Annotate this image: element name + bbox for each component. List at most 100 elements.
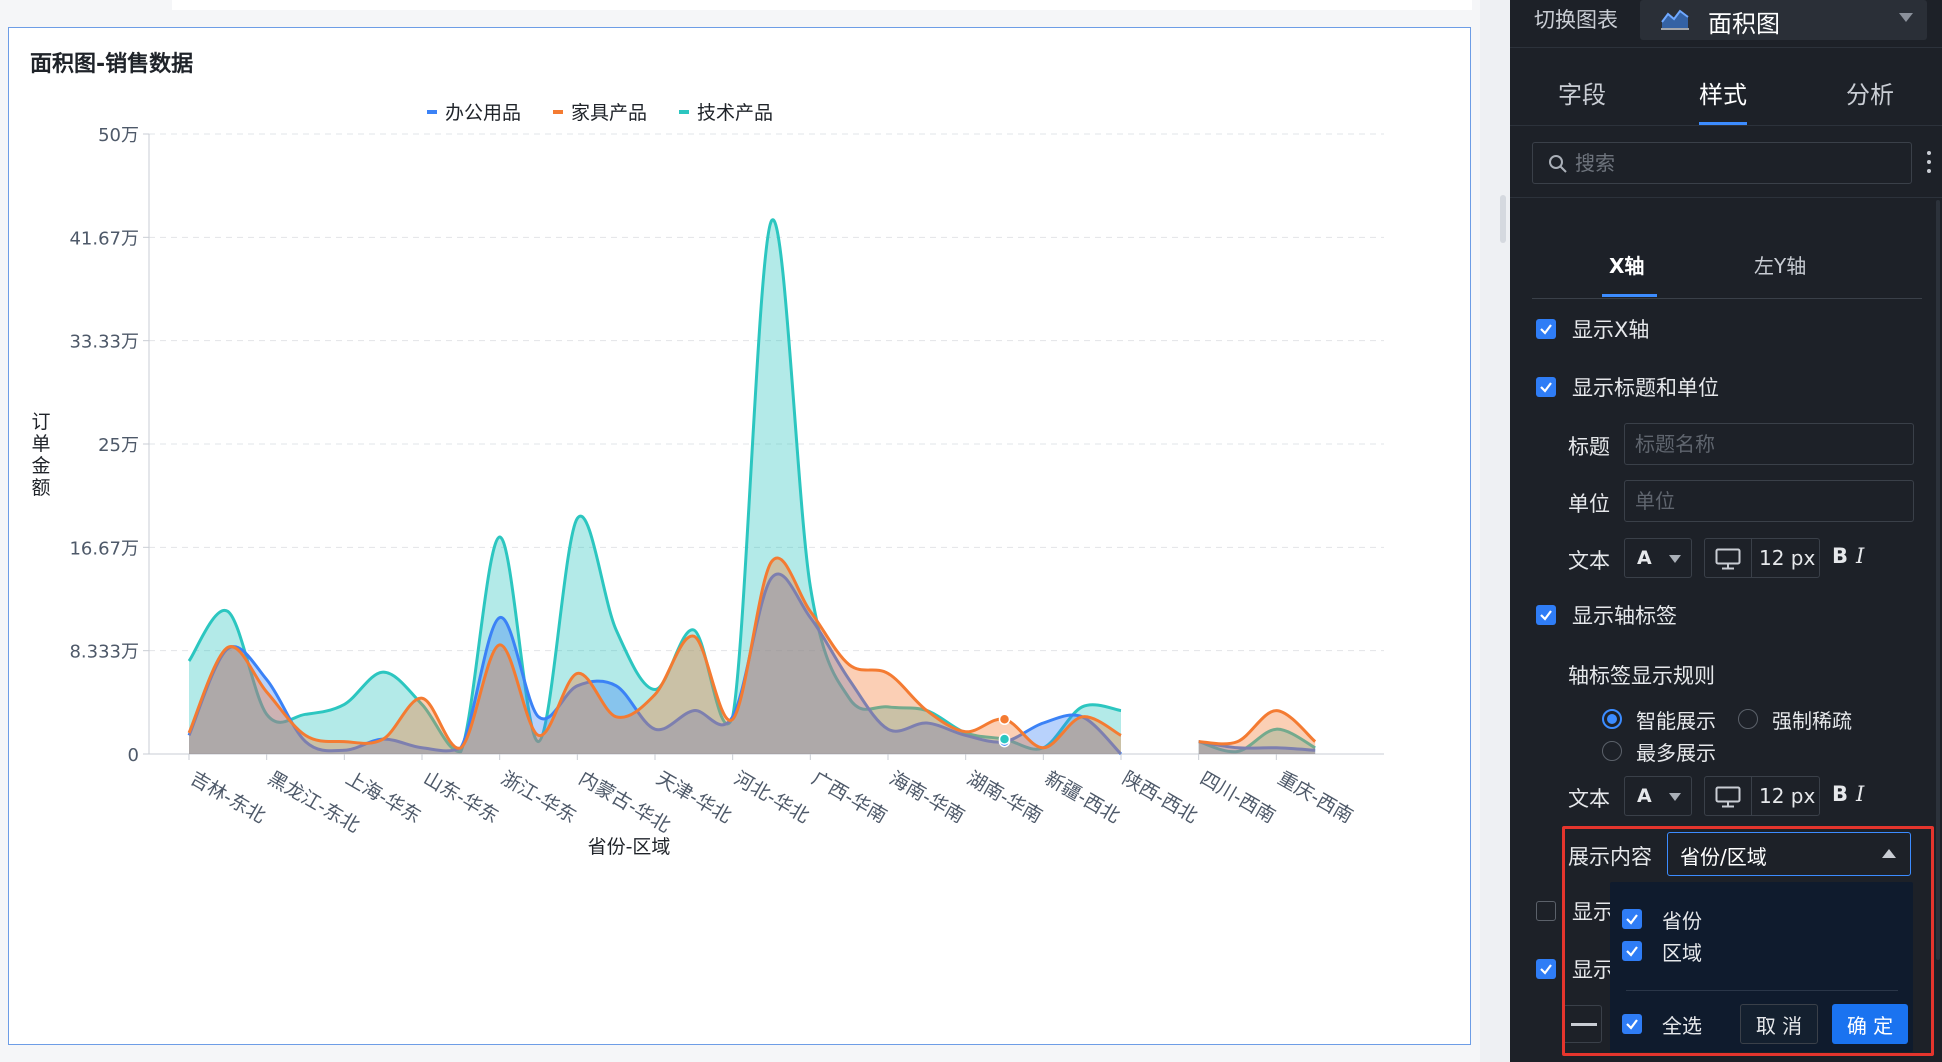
font-size-value: 12 px bbox=[1759, 784, 1816, 808]
italic-toggle-2[interactable]: I bbox=[1856, 782, 1864, 806]
panel-scrollbar[interactable] bbox=[1936, 200, 1940, 960]
check-icon bbox=[1626, 946, 1638, 957]
x-tick-label: 广西-华南 bbox=[808, 767, 891, 827]
tab-x-axis[interactable]: X轴 bbox=[1609, 250, 1644, 279]
show-axis-label-label: 显示轴标签 bbox=[1572, 604, 1677, 628]
y-tick-label: 8.333万 bbox=[69, 642, 139, 663]
caret-down-icon bbox=[1669, 793, 1681, 801]
option-region-checkbox[interactable] bbox=[1622, 941, 1642, 961]
show-title-unit-row[interactable]: 显示标题和单位 bbox=[1536, 370, 1719, 404]
radio-max-label: 最多展示 bbox=[1636, 740, 1716, 765]
check-icon bbox=[1540, 382, 1552, 393]
option-province-label: 省份 bbox=[1662, 908, 1702, 933]
unit-input[interactable] bbox=[1624, 480, 1914, 522]
x-axis-title: 省份-区域 bbox=[588, 836, 671, 858]
x-tick-label: 四川-西南 bbox=[1196, 767, 1279, 827]
y-tick-label: 16.67万 bbox=[69, 538, 139, 559]
font-letter: A bbox=[1637, 785, 1652, 807]
confirm-button[interactable]: 确 定 bbox=[1832, 1004, 1908, 1044]
show-x-axis-checkbox[interactable] bbox=[1536, 319, 1556, 339]
chart-type-select[interactable]: 面积图 bbox=[1640, 0, 1927, 40]
legend-swatch bbox=[553, 110, 563, 114]
text-format-controls: A 12 px B I bbox=[1624, 538, 1884, 578]
check-icon bbox=[1540, 324, 1552, 335]
show-axis-label-row[interactable]: 显示轴标签 bbox=[1536, 598, 1677, 632]
legend-label: 家具产品 bbox=[571, 102, 647, 124]
dropdown-divider bbox=[1626, 990, 1898, 991]
y-axis-title-char: 额 bbox=[31, 477, 50, 499]
font-letter: A bbox=[1637, 547, 1652, 569]
select-all-checkbox[interactable] bbox=[1622, 1014, 1642, 1034]
font-size-box[interactable]: 12 px bbox=[1704, 538, 1820, 578]
y-tick-label: 33.33万 bbox=[69, 332, 139, 353]
font-size-value: 12 px bbox=[1759, 546, 1816, 570]
show-title-unit-label: 显示标题和单位 bbox=[1572, 376, 1719, 400]
radio-max[interactable] bbox=[1602, 741, 1622, 761]
check-icon bbox=[1540, 964, 1552, 975]
option-region-row[interactable]: 区域 bbox=[1622, 934, 1702, 968]
italic-toggle[interactable]: I bbox=[1856, 544, 1864, 568]
scroll-gutter bbox=[1480, 0, 1510, 1062]
y-axis-title-char: 金 bbox=[31, 455, 50, 477]
legend-swatch bbox=[427, 110, 437, 114]
tab-style[interactable]: 样式 bbox=[1699, 75, 1747, 110]
hidden-option-checkbox-1[interactable] bbox=[1536, 901, 1556, 921]
search-icon bbox=[1549, 155, 1567, 173]
area-1 bbox=[1198, 710, 1316, 754]
text-format-controls-2: A 12 px B I bbox=[1624, 776, 1884, 816]
cancel-button[interactable]: 取 消 bbox=[1740, 1004, 1818, 1044]
series-line-2 bbox=[187, 218, 1122, 754]
hover-point bbox=[998, 713, 1011, 726]
x-tick-label: 湖南-华南 bbox=[963, 767, 1046, 827]
x-tick-label: 重庆-西南 bbox=[1274, 767, 1357, 827]
y-tick-label: 25万 bbox=[98, 435, 139, 456]
show-x-axis-row[interactable]: 显示X轴 bbox=[1536, 312, 1649, 346]
radio-smart-row[interactable]: 智能展示 bbox=[1602, 702, 1716, 736]
font-size-box-2[interactable]: 12 px bbox=[1704, 776, 1820, 816]
bold-toggle-2[interactable]: B bbox=[1832, 782, 1848, 806]
switch-chart-label: 切换图表 bbox=[1534, 8, 1618, 32]
font-color-select-2[interactable]: A bbox=[1624, 776, 1692, 816]
title-field-label: 标题 bbox=[1568, 435, 1610, 459]
x-tick-label: 河北-华北 bbox=[730, 767, 813, 827]
y-axis-title-char: 订 bbox=[31, 411, 50, 433]
more-options-icon[interactable] bbox=[1920, 146, 1938, 180]
font-color-select[interactable]: A bbox=[1624, 538, 1692, 578]
option-province-checkbox[interactable] bbox=[1622, 909, 1642, 929]
tab-fields[interactable]: 字段 bbox=[1558, 75, 1606, 110]
divider bbox=[1510, 197, 1942, 198]
radio-smart[interactable] bbox=[1602, 709, 1622, 729]
bold-toggle[interactable]: B bbox=[1832, 544, 1848, 568]
x-tick-label: 陕西-西北 bbox=[1119, 767, 1202, 827]
check-icon bbox=[1626, 1019, 1638, 1030]
select-all-row[interactable]: 全选 bbox=[1622, 1007, 1702, 1041]
y-tick-label: 0 bbox=[128, 745, 139, 766]
label-rule-heading: 轴标签显示规则 bbox=[1568, 664, 1715, 688]
panel-tabs: 字段 样式 分析 bbox=[1510, 70, 1942, 126]
radio-max-row[interactable]: 最多展示 bbox=[1602, 734, 1716, 768]
x-tick-label: 山东-华东 bbox=[420, 767, 503, 827]
scrollbar-thumb[interactable] bbox=[1500, 195, 1506, 243]
active-axis-indicator bbox=[1602, 294, 1657, 297]
hover-point bbox=[998, 733, 1011, 745]
legend-label: 技术产品 bbox=[697, 102, 773, 124]
check-icon bbox=[1626, 914, 1638, 925]
show-axis-label-checkbox[interactable] bbox=[1536, 605, 1556, 625]
radio-smart-label: 智能展示 bbox=[1636, 708, 1716, 733]
title-input[interactable] bbox=[1624, 423, 1914, 465]
radio-sparse-row[interactable]: 强制稀疏 bbox=[1738, 702, 1852, 736]
display-content-dropdown: 省份 区域 全选 取 消 确 定 bbox=[1610, 882, 1913, 1052]
option-province-row[interactable]: 省份 bbox=[1622, 902, 1702, 936]
caret-down-icon bbox=[1669, 555, 1681, 563]
tab-analysis[interactable]: 分析 bbox=[1846, 75, 1894, 110]
text-style-label-2: 文本 bbox=[1568, 787, 1610, 811]
x-tick-label: 新疆-西北 bbox=[1041, 767, 1124, 827]
search-input[interactable] bbox=[1575, 143, 1895, 183]
show-title-unit-checkbox[interactable] bbox=[1536, 377, 1556, 397]
hidden-option-checkbox-2[interactable] bbox=[1536, 959, 1556, 979]
radio-sparse[interactable] bbox=[1738, 709, 1758, 729]
tab-left-y-axis[interactable]: 左Y轴 bbox=[1754, 250, 1806, 279]
style-panel: 切换图表 面积图 字段 样式 分析 X轴 左Y轴 显示X轴 bbox=[1510, 0, 1942, 1062]
search-box bbox=[1532, 142, 1912, 184]
monitor-icon bbox=[1715, 548, 1741, 570]
